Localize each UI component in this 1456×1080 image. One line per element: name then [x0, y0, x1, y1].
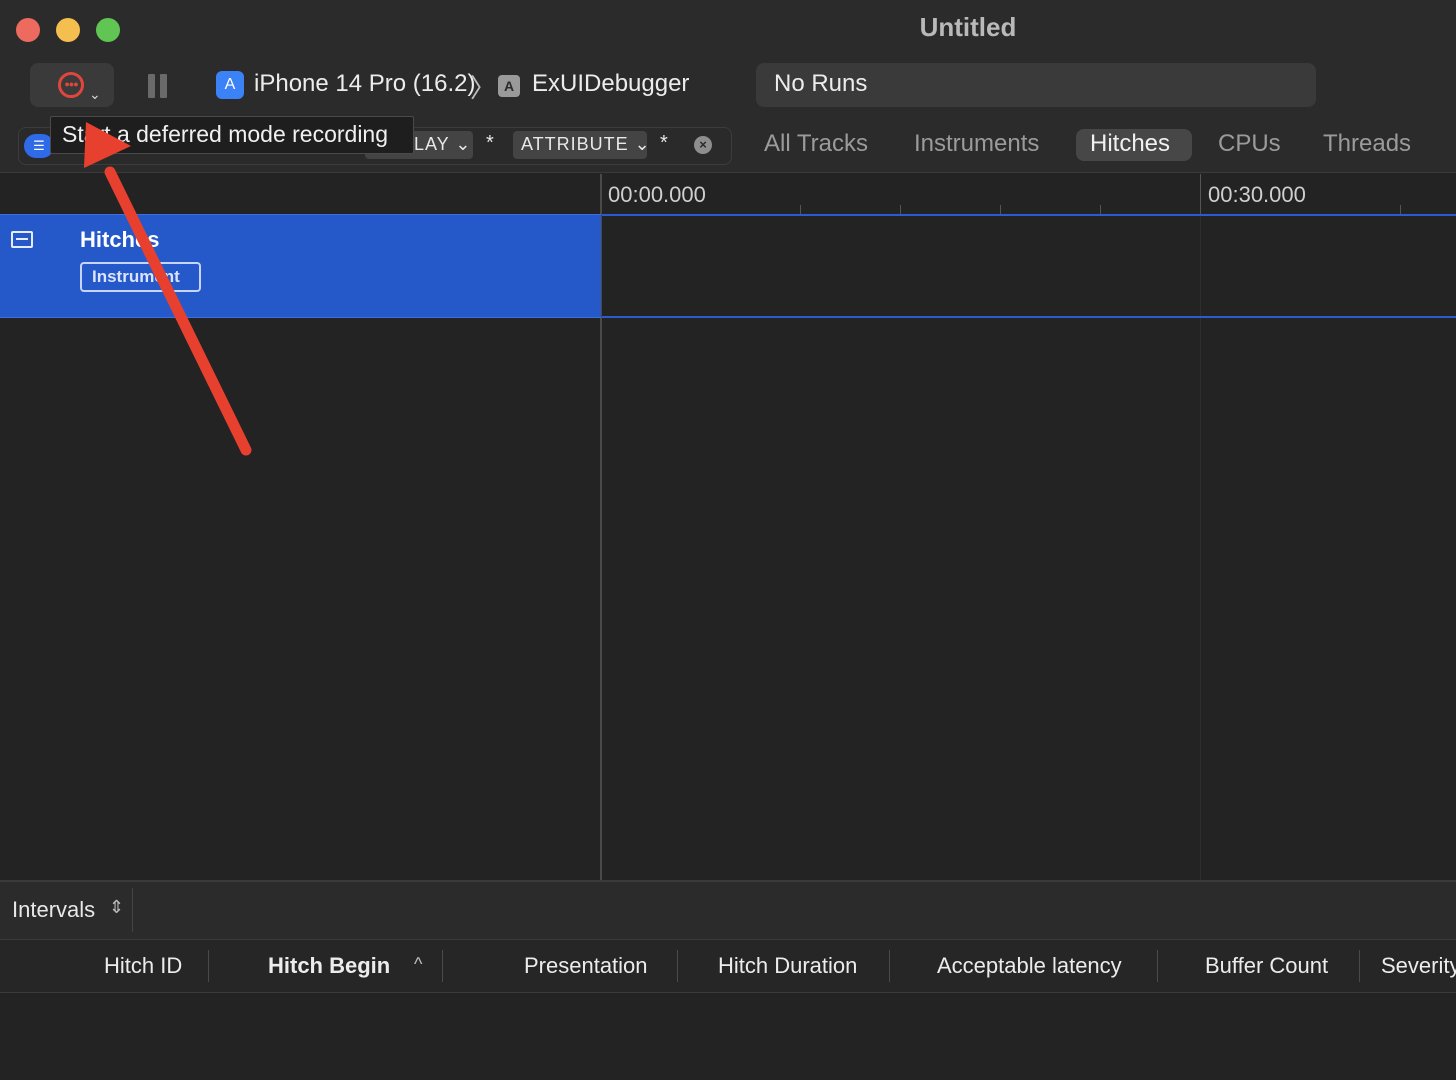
device-app-icon: A: [216, 71, 244, 99]
filter-wildcard-2[interactable]: *: [660, 132, 668, 155]
film-strip-icon: [11, 231, 33, 248]
column-header-hitch-begin[interactable]: Hitch Begin: [268, 953, 390, 979]
device-selector[interactable]: iPhone 14 Pro (16.2): [254, 70, 475, 98]
column-divider[interactable]: [1359, 950, 1360, 982]
tooltip-text: Start a deferred mode recording: [62, 121, 389, 147]
clear-icon[interactable]: ×: [694, 136, 712, 154]
record-dots-icon: ●●●: [64, 79, 78, 89]
column-divider[interactable]: [208, 950, 209, 982]
ruler-tick: [900, 205, 901, 214]
filter-token-1-label: LAY ⌄: [414, 134, 472, 154]
ruler-tick: [1100, 205, 1101, 214]
column-divider[interactable]: [677, 950, 678, 982]
ruler-time-label: 00:30.000: [1208, 182, 1306, 207]
filter-token-2-label: ATTRIBUTE ⌄: [521, 134, 651, 154]
tab-instruments[interactable]: Instruments: [914, 130, 1039, 158]
track-selection-line: [602, 316, 1456, 318]
pause-button[interactable]: [148, 74, 168, 98]
column-header-buffer-count[interactable]: Buffer Count: [1205, 953, 1328, 979]
ruler-major-tick: [1200, 174, 1201, 214]
sort-ascending-icon[interactable]: ^: [414, 954, 422, 975]
ruler-time-label: 00:00.000: [608, 182, 706, 207]
breadcrumb-chevron-icon: 〉: [470, 73, 497, 103]
ruler-tick: [1000, 205, 1001, 214]
pause-icon-bar: [160, 74, 167, 98]
tab-all-tracks[interactable]: All Tracks: [764, 130, 868, 158]
target-app-icon: A: [498, 75, 520, 97]
column-divider[interactable]: [442, 950, 443, 982]
column-divider[interactable]: [889, 950, 890, 982]
column-header-acceptable-latency[interactable]: Acceptable latency: [937, 953, 1122, 979]
column-header-severity[interactable]: Severity: [1381, 953, 1456, 979]
chevron-down-icon[interactable]: ⌄: [89, 86, 101, 103]
ruler-tick: [800, 205, 801, 214]
ruler-tick: [1400, 205, 1401, 214]
track-title: Hitches: [80, 227, 160, 252]
track-badge-label: Instrument: [92, 267, 180, 286]
column-header-presentation[interactable]: Presentation: [524, 953, 648, 979]
divider: [132, 888, 133, 932]
runs-status-label: No Runs: [774, 70, 868, 97]
tab-cpus[interactable]: CPUs: [1218, 130, 1281, 158]
detail-header-bar: [0, 882, 1456, 939]
up-down-chevron-icon[interactable]: ⇕: [109, 897, 124, 918]
window-title: Untitled: [919, 12, 1017, 42]
tab-hitches[interactable]: Hitches: [1090, 130, 1170, 158]
tab-threads[interactable]: Threads: [1323, 130, 1411, 158]
track-selection-line: [602, 214, 1456, 216]
column-header-hitch-id[interactable]: Hitch ID: [104, 953, 182, 979]
detail-mode-selector[interactable]: Intervals: [12, 897, 95, 923]
target-selector[interactable]: ExUIDebugger: [532, 70, 689, 98]
column-header-hitch-duration[interactable]: Hitch Duration: [718, 953, 857, 979]
filter-wildcard-1[interactable]: *: [486, 132, 494, 155]
pause-icon: [148, 74, 155, 98]
column-divider[interactable]: [1157, 950, 1158, 982]
